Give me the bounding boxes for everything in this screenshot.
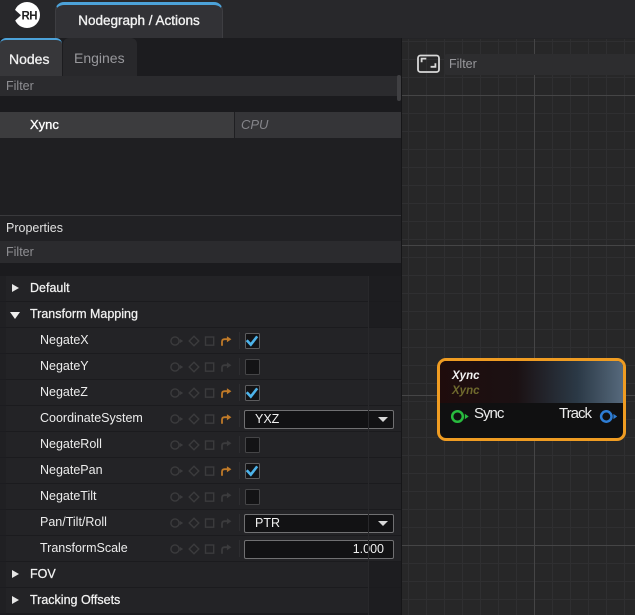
svg-text:RH: RH	[22, 11, 38, 23]
